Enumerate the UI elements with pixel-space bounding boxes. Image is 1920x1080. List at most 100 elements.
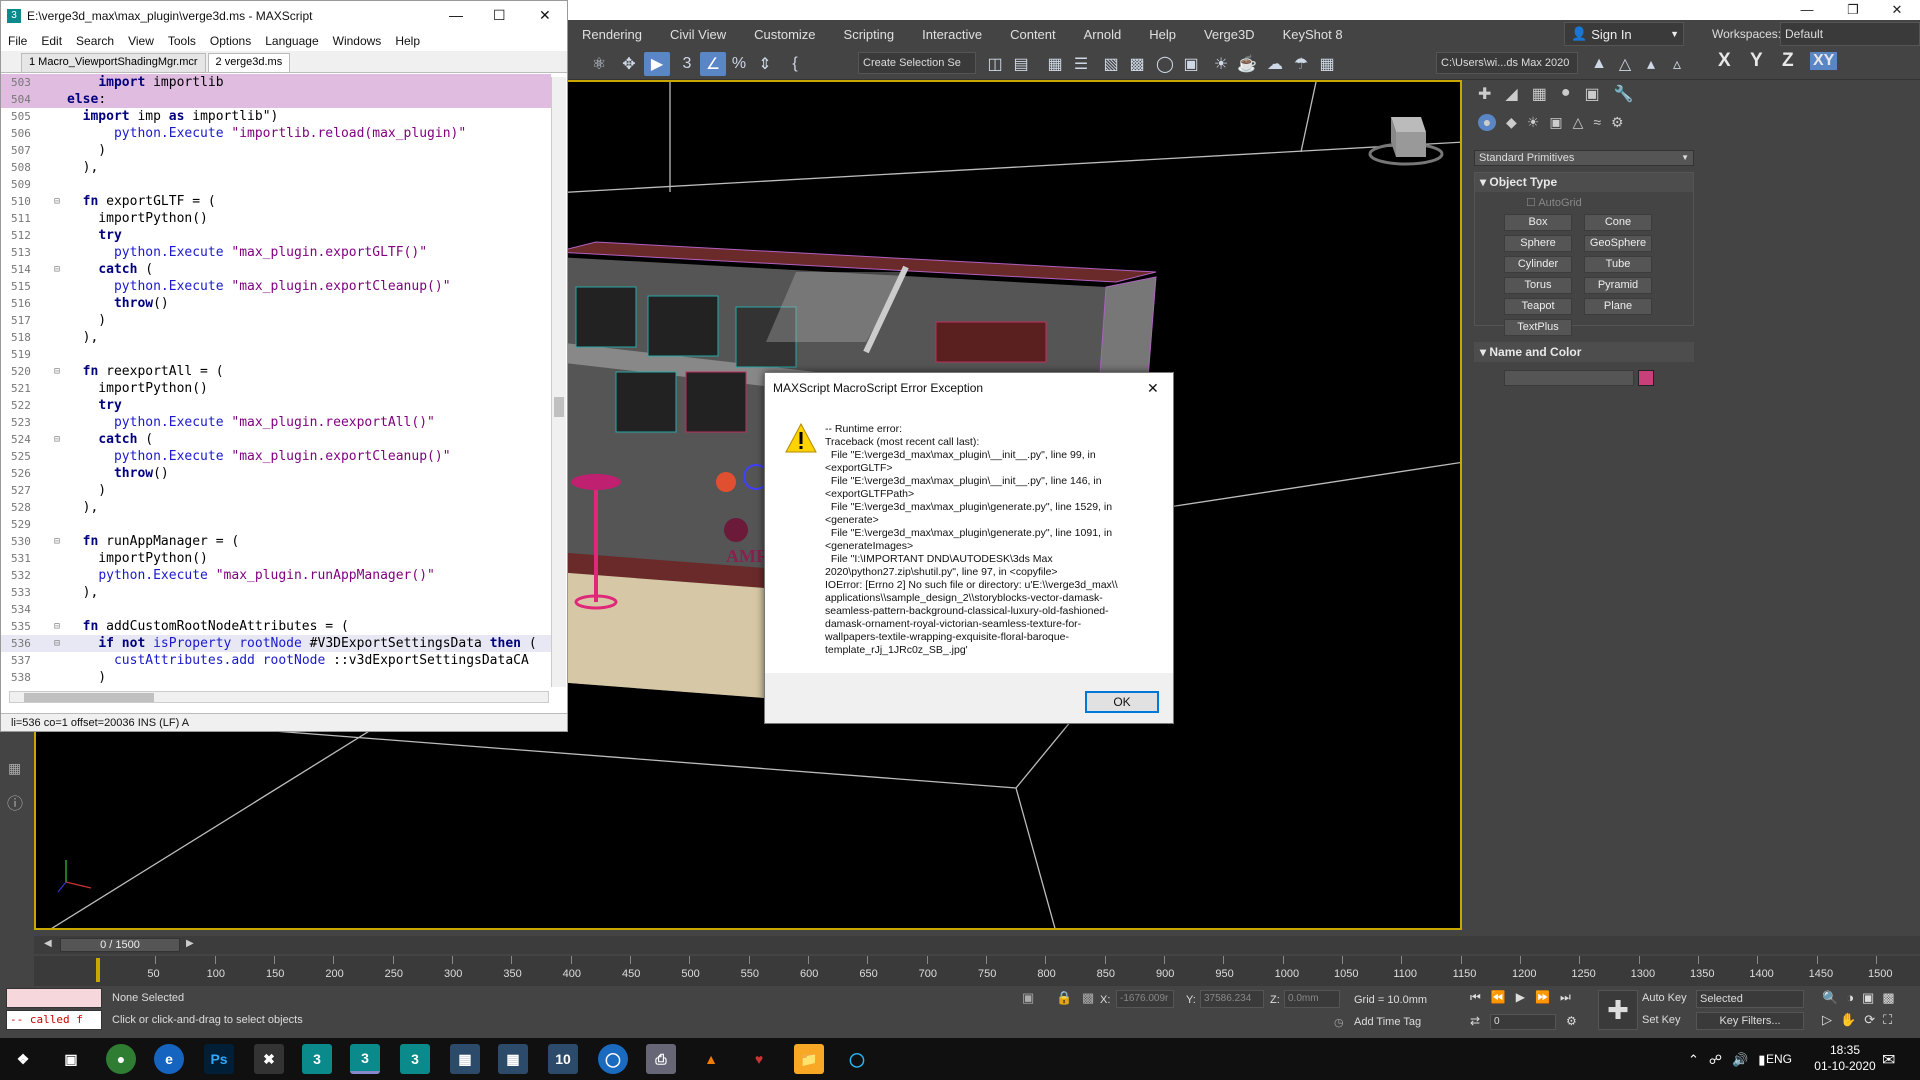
code-line[interactable]: 537 custAttributes.add rootNode ::v3dExp… [1,652,551,669]
percent-snap-icon[interactable]: % [726,52,752,76]
fold-toggle-icon[interactable]: ⊟ [51,431,63,448]
editor-menu-tools[interactable]: Tools [161,34,203,48]
field-of-view-icon[interactable]: ▷ [1822,1012,1832,1028]
3dsmax-icon-2[interactable]: 3 [350,1044,380,1074]
menu-arnold[interactable]: Arnold [1070,27,1136,42]
editor-close-button[interactable]: ✕ [539,7,551,24]
create-tab-icon[interactable]: ✚ [1478,84,1491,104]
textplus-button[interactable]: TextPlus [1504,319,1572,336]
viewcube-icon[interactable] [1368,117,1444,166]
edge-icon[interactable]: e [154,1044,184,1074]
code-line[interactable]: 508 ), [1,159,551,176]
autogrid-checkbox[interactable]: ☐ AutoGrid [1526,196,1582,209]
code-line[interactable]: 530 fn runAppManager = (⊟ [1,533,551,550]
schematic-view-icon[interactable]: ▩ [1124,52,1150,76]
mirror-icon[interactable]: ◫ [982,52,1008,76]
time-tag-icon[interactable]: ◷ [1334,1016,1344,1029]
maxscript-listener-mini[interactable] [6,988,102,1008]
display-tab-icon[interactable]: ▣ [1585,84,1600,104]
auto-key-button[interactable]: Auto Key [1642,992,1687,1004]
language-indicator[interactable]: ENG [1766,1052,1792,1066]
help-icon[interactable]: ⓘ [7,790,23,814]
z-coordinate-input[interactable]: 0.0mm [1284,990,1340,1008]
code-line[interactable]: 518 ), [1,329,551,346]
axis-z-button[interactable]: Z [1782,50,1794,72]
menu-keyshot[interactable]: KeyShot 8 [1269,27,1357,42]
verge3d-app-manager-icon[interactable]: ▴ [1638,52,1664,76]
editor-maximize-button[interactable]: ☐ [493,7,506,24]
isolate-icon[interactable]: ▣ [1022,990,1034,1006]
code-line[interactable]: 528 ), [1,499,551,516]
move-icon[interactable]: ✥ [616,52,642,76]
windows-start-icon[interactable]: ❖ [8,1044,38,1074]
helpers-icon[interactable]: △ [1573,114,1584,131]
listener-output[interactable]: -- called f [6,1010,102,1030]
menu-rendering[interactable]: Rendering [568,27,656,42]
plane-button[interactable]: Plane [1584,298,1652,315]
spinner-snap-icon[interactable]: ⇕ [752,52,778,76]
code-line[interactable]: 529 [1,516,551,533]
motion-tab-icon[interactable]: ● [1561,84,1571,104]
code-line[interactable]: 513 python.Execute "max_plugin.exportGLT… [1,244,551,261]
primitive-type-dropdown[interactable]: Standard Primitives ▼ [1474,150,1694,166]
render-grid-icon[interactable]: ▦ [1314,52,1340,76]
code-line[interactable]: 526 throw() [1,465,551,482]
fold-toggle-icon[interactable]: ⊟ [51,261,63,278]
torus-button[interactable]: Torus [1504,277,1572,294]
verge3d-sneak-peek-icon[interactable]: ▵ [1664,52,1690,76]
app-icon-1[interactable]: ▦ [450,1044,480,1074]
axis-x-button[interactable]: X [1718,50,1731,72]
snap-3d-icon[interactable]: 3 [674,52,700,76]
time-slider[interactable]: 0 / 1500 [60,938,180,952]
code-line[interactable]: 504 else: [1,91,551,108]
lights-icon[interactable]: ☀ [1527,114,1540,131]
code-line[interactable]: 514 catch (⊟ [1,261,551,278]
edit-named-selection-icon[interactable]: { [782,52,808,76]
verge3d-export-icon[interactable]: ▲ [1586,52,1612,76]
fold-toggle-icon[interactable]: ⊟ [51,363,63,380]
current-frame-input[interactable]: 0 [1490,1014,1556,1030]
code-line[interactable]: 516 throw() [1,295,551,312]
zoom-icon[interactable]: 🔍 [1822,990,1838,1006]
hierarchy-tab-icon[interactable]: ▦ [1532,84,1547,104]
code-line[interactable]: 523 python.Execute "max_plugin.reexportA… [1,414,551,431]
next-frame-icon[interactable]: ▶ [186,938,194,949]
timeline-cursor[interactable] [96,958,100,982]
next-key-icon[interactable]: ⏩ [1535,990,1550,1005]
render-setup-icon[interactable]: ▣ [1178,52,1204,76]
fold-toggle-icon[interactable]: ⊟ [51,193,63,210]
ok-button[interactable]: OK [1085,691,1159,713]
network-icon[interactable]: ☍ [1709,1052,1722,1068]
code-line[interactable]: 520 fn reexportAll = (⊟ [1,363,551,380]
object-color-swatch[interactable] [1638,370,1654,386]
code-line[interactable]: 506 python.Execute "importlib.reload(max… [1,125,551,142]
axis-xy-button[interactable]: XY [1810,52,1838,70]
editor-menu-search[interactable]: Search [69,34,121,48]
prev-key-icon[interactable]: ⏪ [1491,990,1506,1005]
teapot-button[interactable]: Teapot [1504,298,1572,315]
utilities-tab-icon[interactable]: 🔧 [1614,84,1634,104]
battery-icon[interactable]: ▮ [1758,1052,1765,1068]
code-line[interactable]: 532 python.Execute "max_plugin.runAppMan… [1,567,551,584]
sphere-button[interactable]: Sphere [1504,235,1572,252]
set-key-button[interactable]: Set Key [1642,1014,1681,1026]
code-line[interactable]: 527 ) [1,482,551,499]
3dsmax-icon-3[interactable]: 3 [400,1044,430,1074]
render-frame-icon[interactable]: ☀ [1208,52,1234,76]
select-object-icon[interactable]: ▶ [644,52,670,76]
menu-customize[interactable]: Customize [740,27,829,42]
code-line[interactable]: 503 import importlib [1,74,551,91]
project-path-dropdown[interactable]: C:\Users\wi...ds Max 2020 [1436,52,1578,74]
tube-button[interactable]: Tube [1584,256,1652,273]
dialog-close-button[interactable]: ✕ [1147,373,1159,403]
menu-interactive[interactable]: Interactive [908,27,996,42]
go-to-end-icon[interactable]: ⏭ [1560,990,1571,1005]
cone-button[interactable]: Cone [1584,214,1652,231]
menu-content[interactable]: Content [996,27,1070,42]
code-line[interactable]: 517 ) [1,312,551,329]
sign-in-dropdown[interactable]: 👤 Sign In ▼ [1564,22,1684,46]
render-icon[interactable]: ☕ [1234,52,1260,76]
tab-macro-viewport[interactable]: 1 Macro_ViewportShadingMgr.mcr [21,53,206,72]
geosphere-button[interactable]: GeoSphere [1584,235,1652,252]
editor-menu-windows[interactable]: Windows [326,34,389,48]
